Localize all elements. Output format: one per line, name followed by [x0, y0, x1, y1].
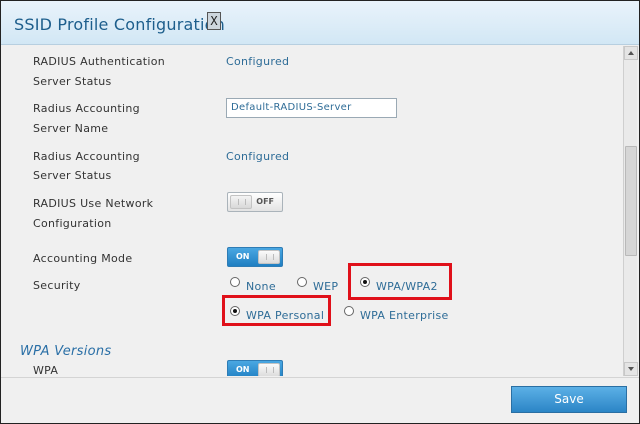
ssid-profile-dialog: SSID Profile Configuration X RADIUS Auth…	[0, 0, 640, 424]
radius-use-network-label-line2: Configuration	[33, 217, 112, 230]
scroll-down-icon[interactable]	[624, 362, 638, 376]
wpa-versions-heading: WPA Versions	[20, 344, 112, 359]
radius-acct-server-name-label-line2: Server Name	[33, 122, 109, 135]
security-wep-label: WEP	[313, 280, 339, 293]
radius-acct-status-label: Radius Accounting	[33, 150, 140, 163]
form-content: RADIUS Authentication Server Status Conf…	[1, 46, 623, 376]
highlight-box-wpa-wpa2	[348, 263, 452, 300]
toggle-state-label: ON	[236, 365, 250, 374]
radio-wep[interactable]	[297, 277, 307, 287]
vertical-scrollbar[interactable]	[623, 46, 638, 376]
scrollbar-thumb[interactable]	[625, 146, 637, 256]
close-icon[interactable]: X	[207, 12, 221, 30]
dialog-footer: Save	[1, 377, 639, 423]
accounting-mode-label: Accounting Mode	[33, 252, 133, 265]
radius-auth-status-value: Configured	[226, 55, 290, 68]
wpa-label: WPA	[33, 364, 59, 376]
radius-acct-status-value: Configured	[226, 150, 290, 163]
wpa-toggle[interactable]: ON	[227, 360, 283, 376]
radius-acct-status-label-line2: Server Status	[33, 169, 112, 182]
wpa-enterprise-label: WPA Enterprise	[360, 309, 449, 322]
radio-none[interactable]	[230, 277, 240, 287]
dialog-title-bar: SSID Profile Configuration X	[1, 1, 639, 45]
scroll-up-icon[interactable]	[624, 46, 638, 60]
radius-use-network-toggle[interactable]: OFF	[227, 192, 283, 212]
radio-wpa-enterprise[interactable]	[344, 306, 354, 316]
toggle-grip	[230, 195, 252, 209]
accounting-mode-toggle[interactable]: ON	[227, 247, 283, 267]
toggle-grip	[258, 250, 280, 264]
radius-acct-server-name-field[interactable]: Default-RADIUS-Server	[226, 98, 397, 118]
security-none-label: None	[246, 280, 276, 293]
highlight-box-wpa-personal	[222, 295, 331, 326]
radius-auth-status-label: RADIUS Authentication	[33, 55, 166, 68]
toggle-state-label: ON	[236, 252, 250, 261]
dialog-title: SSID Profile Configuration	[14, 15, 225, 34]
radius-acct-server-name-label: Radius Accounting	[33, 102, 140, 115]
security-label: Security	[33, 279, 81, 292]
save-button[interactable]: Save	[511, 386, 627, 413]
toggle-state-label: OFF	[256, 197, 274, 206]
radius-auth-status-label-line2: Server Status	[33, 75, 112, 88]
radius-use-network-label: RADIUS Use Network	[33, 197, 154, 210]
toggle-grip	[258, 363, 280, 376]
